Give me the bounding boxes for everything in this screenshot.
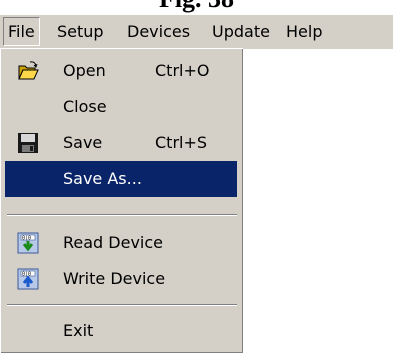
menu-item-save-shortcut: Ctrl+S <box>155 133 208 152</box>
file-dropdown-menu: Open Ctrl+O Close Save Ctrl+S Save As...… <box>0 48 243 353</box>
menu-item-save-as[interactable]: Save As... <box>5 161 237 197</box>
menu-bar: File Setup Devices Update Help <box>0 15 393 49</box>
open-folder-icon <box>18 61 39 80</box>
menu-item-close-label: Close <box>63 97 107 116</box>
menu-update[interactable]: Update <box>208 17 274 46</box>
menu-file[interactable]: File <box>3 17 40 46</box>
menu-item-open-shortcut: Ctrl+O <box>155 61 210 80</box>
menu-item-read-device[interactable]: 0|0 Read Device <box>5 225 237 261</box>
floppy-disk-icon <box>18 133 38 153</box>
menu-item-write-device[interactable]: 0|0 Write Device <box>5 261 237 297</box>
menu-separator <box>7 304 237 306</box>
menu-separator <box>7 214 237 216</box>
menu-setup[interactable]: Setup <box>53 17 108 46</box>
menu-item-close[interactable]: Close <box>5 89 237 125</box>
read-device-icon: 0|0 <box>17 232 39 254</box>
menu-item-save-as-label: Save As... <box>63 169 142 188</box>
menu-item-save[interactable]: Save Ctrl+S <box>5 125 237 161</box>
figure-caption: Fig. 38 <box>0 0 393 14</box>
menu-item-read-device-label: Read Device <box>63 233 164 252</box>
menu-item-open-label: Open <box>63 61 106 80</box>
write-device-icon: 0|0 <box>17 268 39 290</box>
svg-text:0|0: 0|0 <box>22 272 31 278</box>
menu-devices[interactable]: Devices <box>123 17 194 46</box>
menu-item-save-label: Save <box>63 133 103 152</box>
svg-text:0|0: 0|0 <box>22 236 31 242</box>
menu-help[interactable]: Help <box>282 17 326 46</box>
menu-item-write-device-label: Write Device <box>63 269 166 288</box>
menu-item-exit-label: Exit <box>63 321 94 340</box>
menu-item-open[interactable]: Open Ctrl+O <box>5 53 237 89</box>
menu-item-exit[interactable]: Exit <box>5 313 237 349</box>
